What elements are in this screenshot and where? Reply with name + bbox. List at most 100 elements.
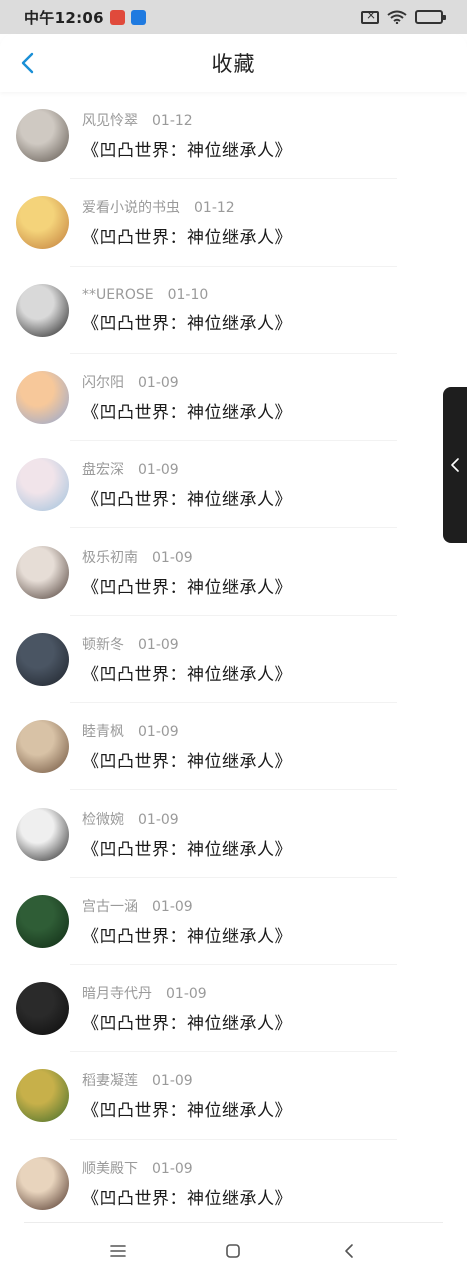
item-meta: 顿新冬 01-09 xyxy=(82,634,292,654)
notification-app-icon xyxy=(109,9,125,25)
avatar[interactable] xyxy=(16,545,69,599)
username: 宫古一涵 xyxy=(82,898,138,915)
home-square-icon xyxy=(226,1244,241,1258)
item-info: 极乐初南 01-09 《凹凸世界：神位继承人》 xyxy=(82,547,292,598)
list-item[interactable]: **UEROSE 01-10 《凹凸世界：神位继承人》 xyxy=(0,267,467,355)
list-item[interactable]: 风见怜翠 01-12 《凹凸世界：神位继承人》 xyxy=(0,92,467,180)
date: 01-09 xyxy=(152,1073,193,1090)
wifi-icon xyxy=(387,10,407,24)
system-back-button[interactable] xyxy=(329,1231,369,1271)
avatar[interactable] xyxy=(16,458,69,512)
item-info: 睦青枫 01-09 《凹凸世界：神位继承人》 xyxy=(82,721,292,772)
book-title: 《凹凸世界：神位继承人》 xyxy=(82,839,292,860)
list-item[interactable]: 顺美殿下 01-09 《凹凸世界：神位继承人》 xyxy=(0,1140,467,1227)
item-info: 闪尔阳 01-09 《凹凸世界：神位继承人》 xyxy=(82,372,292,423)
date: 01-09 xyxy=(166,986,207,1003)
menu-button[interactable] xyxy=(98,1231,138,1271)
book-title: 《凹凸世界：神位继承人》 xyxy=(82,1188,292,1209)
book-title: 《凹凸世界：神位继承人》 xyxy=(82,1014,292,1035)
username: 睦青枫 xyxy=(82,724,124,741)
list-item[interactable]: 盘宏深 01-09 《凹凸世界：神位继承人》 xyxy=(0,441,467,529)
date: 01-09 xyxy=(152,549,193,566)
list-item[interactable]: 极乐初南 01-09 《凹凸世界：神位继承人》 xyxy=(0,528,467,617)
status-right xyxy=(361,8,446,24)
status-time: 中午12:06 xyxy=(24,8,104,27)
favorites-list: 风见怜翠 01-12 《凹凸世界：神位继承人》 爱看小说的书虫 01-12 《凹凸世界：神… xyxy=(0,92,467,1227)
username: 盘宏深 xyxy=(82,462,124,479)
username: 顺美殿下 xyxy=(82,1160,138,1177)
back-button[interactable] xyxy=(12,48,42,78)
avatar[interactable] xyxy=(16,982,69,1036)
book-title: 《凹凸世界：神位继承人》 xyxy=(82,752,292,773)
item-info: 稻妻凝莲 01-09 《凹凸世界：神位继承人》 xyxy=(82,1070,292,1121)
username: 闪尔阳 xyxy=(82,375,124,392)
username: 稻妻凝莲 xyxy=(82,1073,138,1090)
item-meta: 盘宏深 01-09 xyxy=(82,459,292,479)
date: 01-09 xyxy=(152,898,193,915)
book-title: 《凹凸世界：神位继承人》 xyxy=(82,577,292,598)
item-meta: 极乐初南 01-09 xyxy=(82,547,292,567)
notification-app-icon-2 xyxy=(130,9,146,25)
list-item[interactable]: 宫古一涵 01-09 《凹凸世界：神位继承人》 xyxy=(0,878,467,966)
book-title: 《凹凸世界：神位继承人》 xyxy=(82,228,292,249)
avatar[interactable] xyxy=(16,807,69,861)
date: 01-09 xyxy=(138,811,179,828)
sim-off-icon xyxy=(361,8,379,24)
book-title: 《凹凸世界：神位继承人》 xyxy=(82,403,292,424)
date: 01-12 xyxy=(152,113,193,130)
system-nav-bar xyxy=(0,1222,467,1280)
item-info: 顿新冬 01-09 《凹凸世界：神位继承人》 xyxy=(82,634,292,685)
list-item[interactable]: 爱看小说的书虫 01-12 《凹凸世界：神位继承人》 xyxy=(0,179,467,267)
item-meta: 检微婉 01-09 xyxy=(82,809,292,829)
list-item[interactable]: 暗月寺代丹 01-09 《凹凸世界：神位继承人》 xyxy=(0,965,467,1053)
avatar[interactable] xyxy=(16,1069,69,1123)
item-meta: 闪尔阳 01-09 xyxy=(82,372,292,392)
username: 爱看小说的书虫 xyxy=(82,200,180,217)
item-info: 宫古一涵 01-09 《凹凸世界：神位继承人》 xyxy=(82,896,292,947)
book-title: 《凹凸世界：神位继承人》 xyxy=(82,664,292,685)
item-info: 顺美殿下 01-09 《凹凸世界：神位继承人》 xyxy=(82,1158,292,1209)
username: **UEROSE xyxy=(82,286,154,303)
list-item[interactable]: 检微婉 01-09 《凹凸世界：神位继承人》 xyxy=(0,790,467,878)
avatar[interactable] xyxy=(16,283,69,337)
home-button[interactable] xyxy=(213,1231,253,1271)
username: 暗月寺代丹 xyxy=(82,986,152,1003)
avatar[interactable] xyxy=(16,632,69,686)
item-info: 盘宏深 01-09 《凹凸世界：神位继承人》 xyxy=(82,459,292,510)
item-info: 风见怜翠 01-12 《凹凸世界：神位继承人》 xyxy=(82,110,292,161)
list-item[interactable]: 睦青枫 01-09 《凹凸世界：神位继承人》 xyxy=(0,703,467,791)
back-icon xyxy=(345,1244,353,1258)
item-meta: 爱看小说的书虫 01-12 xyxy=(82,197,292,217)
book-title: 《凹凸世界：神位继承人》 xyxy=(82,926,292,947)
item-info: 检微婉 01-09 《凹凸世界：神位继承人》 xyxy=(82,809,292,860)
chevron-left-icon xyxy=(451,458,459,472)
avatar[interactable] xyxy=(16,371,69,425)
book-title: 《凹凸世界：神位继承人》 xyxy=(82,141,292,162)
username: 极乐初南 xyxy=(82,549,138,566)
item-meta: **UEROSE 01-10 xyxy=(82,287,292,303)
side-drawer-tab[interactable] xyxy=(443,387,467,543)
item-meta: 稻妻凝莲 01-09 xyxy=(82,1070,292,1090)
chevron-left-icon xyxy=(21,52,34,74)
avatar[interactable] xyxy=(16,894,69,948)
avatar[interactable] xyxy=(16,196,69,250)
header: 收藏 xyxy=(0,34,467,92)
date: 01-09 xyxy=(152,1160,193,1177)
item-info: **UEROSE 01-10 《凹凸世界：神位继承人》 xyxy=(82,287,292,334)
page-title: 收藏 xyxy=(211,52,256,76)
username: 顿新冬 xyxy=(82,636,124,653)
avatar[interactable] xyxy=(16,1156,69,1210)
list-item[interactable]: 闪尔阳 01-09 《凹凸世界：神位继承人》 xyxy=(0,354,467,442)
list-item[interactable]: 顿新冬 01-09 《凹凸世界：神位继承人》 xyxy=(0,616,467,704)
item-meta: 风见怜翠 01-12 xyxy=(82,110,292,130)
date: 01-09 xyxy=(138,636,179,653)
avatar[interactable] xyxy=(16,720,69,774)
list-item[interactable]: 稻妻凝莲 01-09 《凹凸世界：神位继承人》 xyxy=(0,1052,467,1140)
status-left: 中午12:06 xyxy=(24,7,146,28)
date: 01-12 xyxy=(194,200,235,217)
book-title: 《凹凸世界：神位继承人》 xyxy=(82,313,292,334)
avatar[interactable] xyxy=(16,109,69,163)
book-title: 《凹凸世界：神位继承人》 xyxy=(82,490,292,511)
date: 01-09 xyxy=(138,375,179,392)
item-meta: 宫古一涵 01-09 xyxy=(82,896,292,916)
